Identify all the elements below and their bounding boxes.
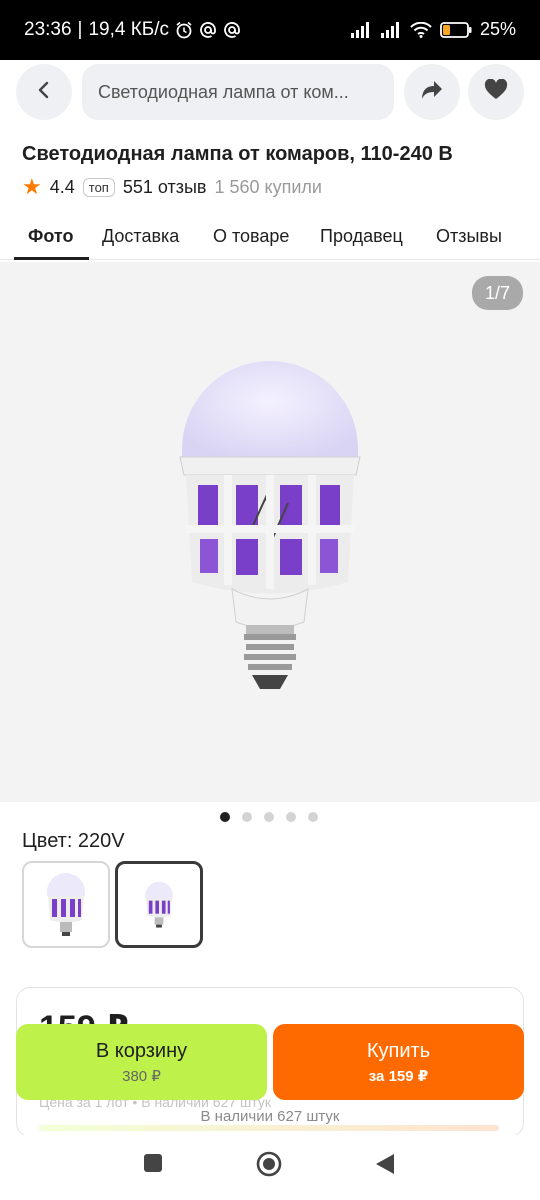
rating-value: 4.4: [49, 176, 75, 197]
color-option-selected[interactable]: [115, 861, 203, 948]
reviews-link[interactable]: 551 отзыв: [123, 177, 207, 198]
pagination-dot[interactable]: [220, 812, 230, 822]
back-button[interactable]: [16, 64, 72, 120]
color-label: Цвет: 220V: [22, 830, 125, 852]
price-bar: [39, 1125, 499, 1131]
tab-reviews[interactable]: Отзывы: [436, 226, 502, 247]
alarm-icon: [175, 21, 193, 39]
pagination-dot[interactable]: [264, 812, 274, 822]
signal-icon: [380, 21, 402, 38]
product-tabs: Фото Доставка О товаре Продавец Отзывы: [0, 220, 540, 260]
top-badge: топ: [82, 177, 115, 197]
cart-button-label: В корзину: [95, 1039, 188, 1062]
chevron-left-icon: [34, 80, 54, 105]
recent-apps-icon[interactable]: [143, 1153, 163, 1178]
battery-icon: [440, 21, 472, 38]
tab-delivery[interactable]: Доставка: [102, 226, 179, 247]
pagination-dot[interactable]: [242, 812, 252, 822]
bought-count: 1 560 купили: [214, 176, 322, 197]
home-icon[interactable]: [256, 1151, 282, 1182]
signal-icon: [350, 21, 372, 38]
image-counter: 1/7: [472, 276, 523, 310]
system-nav-bar: [0, 1135, 540, 1200]
product-title: Светодиодная лампа от комаров, 110-240 В: [22, 143, 453, 165]
variant-thumbnail: [47, 872, 85, 936]
share-button[interactable]: [404, 64, 460, 120]
tab-seller[interactable]: Продавец: [320, 226, 403, 247]
wifi-icon: [410, 21, 432, 38]
pagination-dot[interactable]: [308, 812, 318, 822]
cart-button-price: 380 ₽: [122, 1067, 161, 1085]
buy-button-label: Купить: [366, 1039, 431, 1062]
product-gallery[interactable]: 1/7: [0, 262, 540, 802]
tab-about[interactable]: О товаре: [213, 226, 289, 247]
color-option[interactable]: [22, 861, 110, 948]
variant-thumbnail: [145, 881, 173, 928]
network-speed: 19,4 КБ/с: [88, 19, 170, 40]
back-nav-icon[interactable]: [375, 1153, 395, 1180]
mention-icon: [223, 21, 241, 39]
gallery-pagination: [220, 812, 318, 822]
search-text: Светодиодная лампа от ком...: [98, 81, 349, 102]
heart-icon: [484, 78, 508, 106]
buy-now-button[interactable]: Купить за 159 ₽: [273, 1024, 524, 1100]
battery-percent: 25: [479, 19, 500, 39]
mention-icon: [199, 21, 217, 39]
status-bar: 23:36 | 19,4 КБ/с 25%: [0, 0, 540, 60]
rating-row: ★ 4.4 топ 551 отзыв 1 560 купили: [22, 176, 322, 198]
tab-underline: [14, 257, 89, 260]
stock-text: В наличии 627 штук: [200, 1108, 340, 1125]
pagination-dot[interactable]: [286, 812, 296, 822]
favorite-button[interactable]: [468, 64, 524, 120]
buy-button-price: за 159 ₽: [368, 1067, 429, 1085]
product-image: [179, 361, 361, 689]
tab-photo[interactable]: Фото: [28, 226, 73, 247]
star-icon: ★: [22, 174, 42, 199]
top-bar: Светодиодная лампа от ком...: [0, 60, 540, 130]
search-field[interactable]: Светодиодная лампа от ком...: [82, 64, 394, 120]
add-to-cart-button[interactable]: В корзину 380 ₽: [16, 1024, 267, 1100]
share-arrow-icon: [420, 79, 444, 106]
status-time: 23:36: [24, 19, 72, 40]
